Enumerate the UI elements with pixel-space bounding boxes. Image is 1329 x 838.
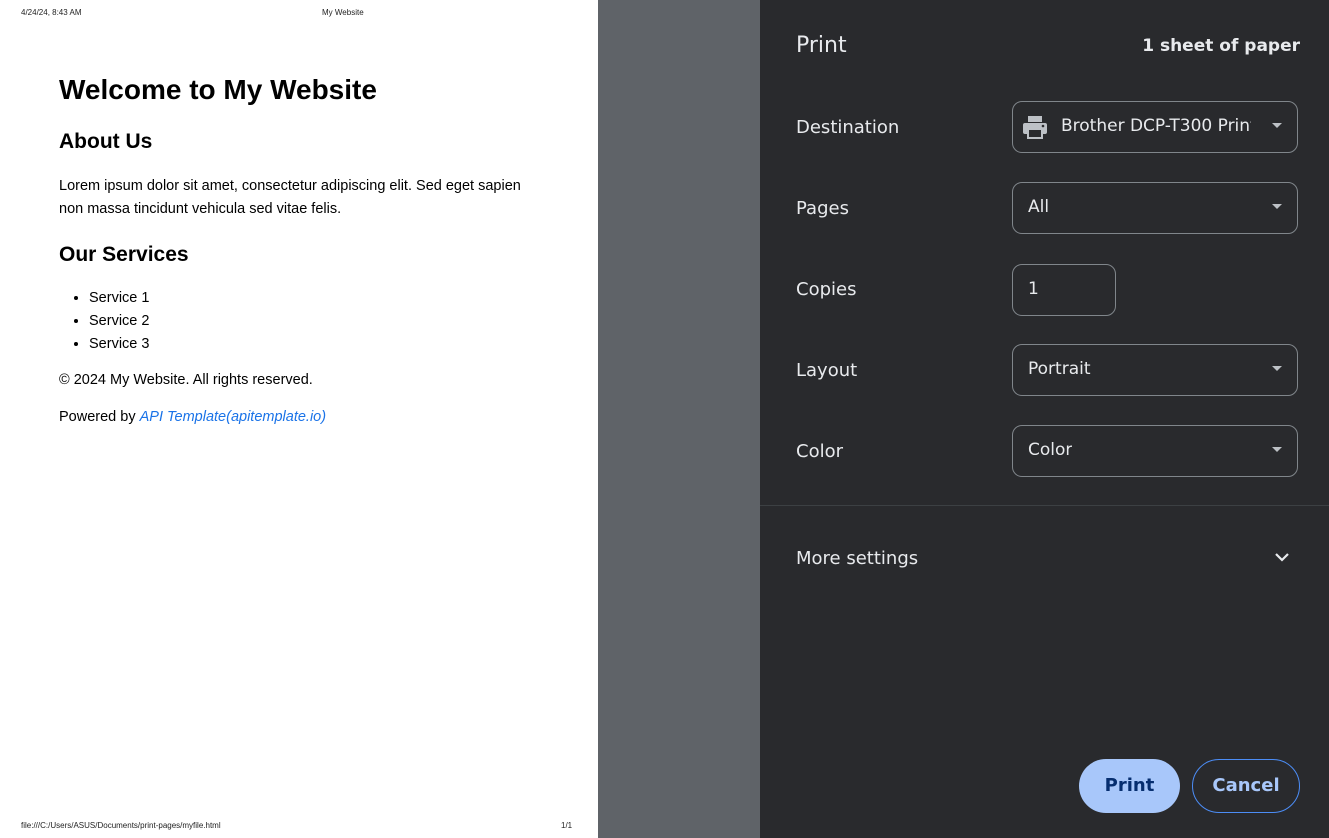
- print-settings-panel: Print 1 sheet of paper Destination Broth…: [760, 0, 1329, 838]
- caret-down-icon: [1272, 447, 1282, 452]
- divider: [760, 505, 1329, 506]
- caret-down-icon: [1272, 366, 1282, 371]
- layout-label: Layout: [796, 360, 858, 381]
- more-settings-toggle[interactable]: More settings: [796, 548, 918, 569]
- list-item: Service 1: [89, 287, 529, 310]
- list-item: Service 3: [89, 333, 529, 356]
- services-heading: Our Services: [59, 243, 189, 266]
- copies-label: Copies: [796, 279, 857, 300]
- copyright-text: © 2024 My Website. All rights reserved.: [59, 372, 313, 388]
- powered-prefix: Powered by: [59, 409, 140, 425]
- document-body: Welcome to My Website About Us Lorem ips…: [59, 72, 529, 429]
- destination-select[interactable]: Brother DCP-T300 Printer: [1012, 101, 1298, 153]
- footer-page-number: 1/1: [561, 821, 573, 830]
- copies-input[interactable]: 1: [1012, 264, 1116, 316]
- pages-label: Pages: [796, 198, 849, 219]
- chevron-down-icon[interactable]: [1274, 549, 1290, 565]
- cancel-button[interactable]: Cancel: [1192, 759, 1300, 813]
- about-heading: About Us: [59, 130, 153, 153]
- panel-title: Print: [796, 33, 847, 58]
- copies-value: 1: [1028, 279, 1039, 299]
- pages-value: All: [1028, 197, 1050, 217]
- destination-value: Brother DCP-T300 Printer: [1061, 116, 1251, 136]
- print-button[interactable]: Print: [1079, 759, 1180, 813]
- color-label: Color: [796, 441, 843, 462]
- powered-by: Powered by API Template(apitemplate.io): [59, 406, 529, 429]
- footer-url: file:///C:/Users/ASUS/Documents/print-pa…: [21, 821, 221, 830]
- pages-select[interactable]: All: [1012, 182, 1298, 234]
- page-heading: Welcome to My Website: [59, 74, 377, 105]
- header-title: My Website: [322, 8, 364, 17]
- layout-select[interactable]: Portrait: [1012, 344, 1298, 396]
- color-select[interactable]: Color: [1012, 425, 1298, 477]
- header-date: 4/24/24, 8:43 AM: [21, 8, 82, 17]
- about-text: Lorem ipsum dolor sit amet, consectetur …: [59, 178, 521, 217]
- caret-down-icon: [1272, 123, 1282, 128]
- printer-icon: [1023, 116, 1047, 139]
- layout-value: Portrait: [1028, 359, 1091, 379]
- destination-label: Destination: [796, 117, 900, 138]
- powered-link[interactable]: API Template(apitemplate.io): [140, 409, 326, 425]
- color-value: Color: [1028, 440, 1073, 460]
- services-list: Service 1 Service 2 Service 3: [59, 287, 529, 356]
- print-preview-page: 4/24/24, 8:43 AM My Website Welcome to M…: [0, 0, 598, 838]
- sheet-count: 1 sheet of paper: [1142, 36, 1300, 56]
- list-item: Service 2: [89, 310, 529, 333]
- caret-down-icon: [1272, 204, 1282, 209]
